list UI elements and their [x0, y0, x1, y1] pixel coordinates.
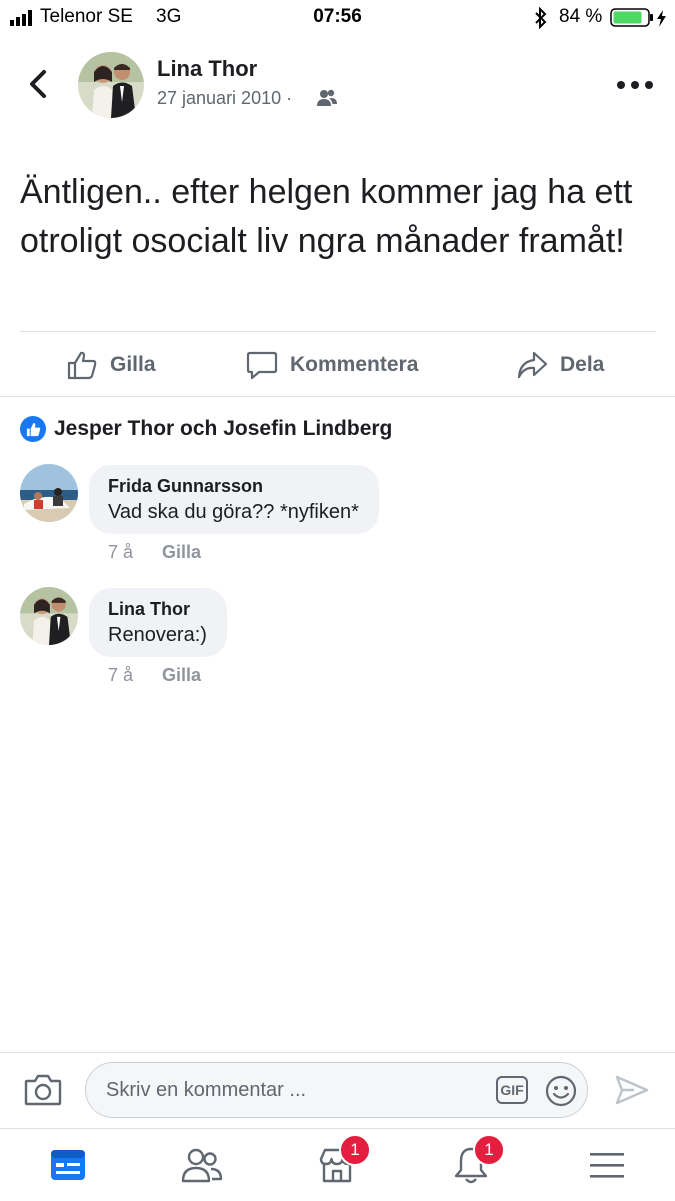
bluetooth-icon	[535, 7, 547, 29]
marketplace-badge: 1	[339, 1134, 371, 1166]
likes-summary[interactable]: Jesper Thor och Josefin Lindberg	[20, 416, 392, 442]
comment-text: Vad ska du göra?? *nyfiken*	[108, 501, 359, 523]
like-button-label: Gilla	[110, 353, 156, 376]
send-icon[interactable]	[614, 1074, 650, 1106]
post-author-name[interactable]: Lina Thor	[157, 56, 257, 82]
comment-icon	[246, 351, 278, 380]
comment-author[interactable]: Lina Thor	[108, 599, 207, 620]
comment-text: Renovera:)	[108, 624, 207, 646]
comment-like-link[interactable]: Gilla	[162, 542, 201, 563]
comment-like-link[interactable]: Gilla	[162, 665, 201, 686]
battery-icon	[610, 8, 666, 27]
comment-input-placeholder: Skriv en kommentar ...	[106, 1079, 307, 1101]
tab-marketplace[interactable]: 1	[307, 1134, 371, 1190]
commenter-avatar[interactable]	[20, 587, 78, 645]
notifications-badge: 1	[473, 1134, 505, 1166]
commenter-avatar[interactable]	[20, 464, 78, 522]
news-feed-icon	[51, 1150, 85, 1180]
back-arrow-icon[interactable]	[22, 64, 56, 104]
tab-friends[interactable]	[172, 1140, 232, 1190]
post-date[interactable]: 27 januari 2010 ·	[157, 88, 292, 109]
camera-icon[interactable]	[24, 1073, 62, 1107]
status-bar: Telenor SE 3G 07:56 84 %	[0, 0, 675, 36]
tab-notifications[interactable]: 1	[441, 1134, 505, 1190]
post-text: Äntligen.. efter helgen kommer jag ha et…	[20, 173, 633, 260]
likes-names: Jesper Thor och Josefin Lindberg	[54, 417, 393, 440]
comment-bubble: Frida Gunnarsson Vad ska du göra?? *nyfi…	[89, 465, 379, 534]
tab-news-feed[interactable]	[38, 1140, 98, 1190]
comment-author[interactable]: Frida Gunnarsson	[108, 476, 359, 497]
friends-icon	[181, 1148, 223, 1183]
thumbs-up-icon	[67, 351, 97, 380]
more-options-icon[interactable]	[612, 70, 658, 100]
emoji-icon[interactable]	[545, 1075, 577, 1107]
like-button[interactable]: Gilla	[66, 340, 156, 390]
divider	[0, 396, 675, 397]
comment-timestamp: 7 å	[108, 542, 134, 562]
comment-timestamp: 7 å	[108, 665, 134, 685]
share-button-label: Dela	[560, 353, 605, 376]
author-avatar[interactable]	[78, 52, 144, 118]
gif-icon[interactable]: GIF	[496, 1076, 528, 1104]
comment-bubble: Lina Thor Renovera:)	[89, 588, 227, 657]
comment-input[interactable]: Skriv en kommentar ... GIF	[85, 1062, 588, 1118]
share-button[interactable]: Dela	[516, 340, 604, 390]
share-icon	[517, 351, 548, 379]
divider	[20, 331, 656, 332]
like-reaction-icon	[20, 416, 46, 442]
comment-button-label: Kommentera	[290, 353, 419, 376]
tab-menu[interactable]	[577, 1140, 637, 1190]
battery-percent: 84 %	[559, 6, 603, 27]
hamburger-menu-icon	[590, 1153, 624, 1178]
comment-button[interactable]: Kommentera	[246, 340, 418, 390]
friends-audience-icon	[317, 89, 337, 106]
